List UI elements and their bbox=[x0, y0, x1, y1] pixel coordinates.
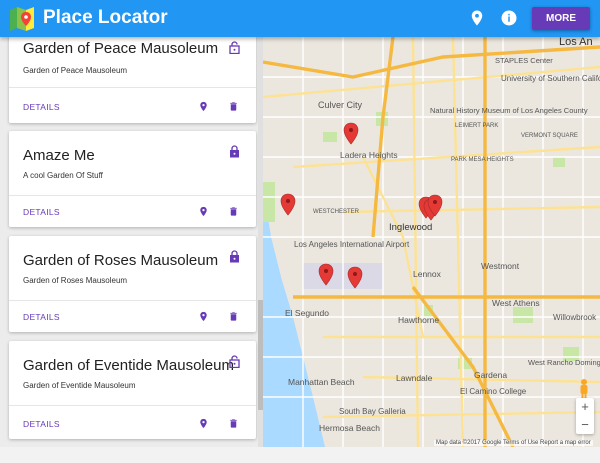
details-link[interactable]: DETAILS bbox=[23, 207, 60, 217]
map-label: Lawndale bbox=[396, 373, 433, 383]
map-logo-icon bbox=[10, 7, 34, 31]
map-label: Los An bbox=[559, 37, 593, 48]
place-card: Amaze Me A cool Garden Of Stuff DETAILS bbox=[9, 131, 256, 227]
map-marker bbox=[280, 193, 296, 216]
app-title: Place Locator bbox=[43, 7, 168, 28]
map-label: VERMONT SQUARE bbox=[521, 133, 578, 139]
info-icon[interactable] bbox=[500, 9, 518, 27]
map-label: Lennox bbox=[413, 269, 442, 279]
details-link[interactable]: DETAILS bbox=[23, 312, 60, 322]
map-label: PARK MESA HEIGHTS bbox=[451, 157, 514, 163]
map-label: El Camino College bbox=[460, 387, 527, 396]
card-divider bbox=[9, 300, 256, 301]
map-view[interactable]: Los An University of Southern California… bbox=[263, 37, 600, 447]
map-label: South Bay Galleria bbox=[339, 407, 406, 416]
map-label: West Rancho Dominguez bbox=[528, 358, 600, 367]
place-icon[interactable] bbox=[198, 100, 209, 113]
place-icon[interactable] bbox=[198, 205, 209, 218]
place-card: Garden of Peace Mausoleum Garden of Peac… bbox=[9, 37, 256, 123]
map-attribution[interactable]: Map data ©2017 Google Terms of Use Repor… bbox=[434, 440, 593, 446]
map-canvas[interactable]: Los An University of Southern California… bbox=[263, 37, 600, 447]
zoom-out-button[interactable]: − bbox=[576, 416, 594, 434]
lock-icon[interactable] bbox=[229, 145, 240, 158]
map-label: Hawthorne bbox=[398, 315, 439, 325]
more-button[interactable]: MORE bbox=[532, 7, 590, 30]
map-label: STAPLES Center bbox=[495, 56, 553, 65]
card-subtitle: Garden of Eventide Mausoleum bbox=[23, 381, 136, 390]
card-subtitle: Garden of Peace Mausoleum bbox=[23, 66, 128, 75]
card-title: Garden of Peace Mausoleum bbox=[23, 40, 219, 57]
zoom-in-button[interactable]: + bbox=[576, 398, 594, 416]
place-card: Garden of Eventide Mausoleum Garden of E… bbox=[9, 341, 256, 439]
lock-open-icon[interactable] bbox=[229, 41, 240, 54]
app-bar: Place Locator MORE bbox=[0, 0, 600, 37]
place-card: Garden of Roses Mausoleum Garden of Rose… bbox=[9, 236, 256, 332]
map-label: Hermosa Beach bbox=[319, 423, 380, 433]
map-label: West Athens bbox=[492, 298, 540, 308]
map-label: Los Angeles International Airport bbox=[294, 240, 410, 249]
card-subtitle: Garden of Roses Mausoleum bbox=[23, 276, 128, 285]
delete-icon[interactable] bbox=[228, 417, 239, 430]
map-label: University of Southern California bbox=[501, 74, 600, 83]
place-icon[interactable] bbox=[198, 310, 209, 323]
card-subtitle: A cool Garden Of Stuff bbox=[23, 171, 103, 180]
map-labels: Los An University of Southern California… bbox=[285, 37, 600, 433]
card-title: Garden of Roses Mausoleum bbox=[23, 252, 219, 269]
bottom-strip bbox=[0, 447, 600, 463]
card-divider bbox=[9, 87, 256, 88]
map-label: Ladera Heights bbox=[340, 150, 398, 160]
details-link[interactable]: DETAILS bbox=[23, 102, 60, 112]
lock-icon[interactable] bbox=[229, 250, 240, 263]
map-label: LEIMERT PARK bbox=[455, 123, 498, 129]
card-title: Amaze Me bbox=[23, 147, 95, 164]
map-label: Gardena bbox=[474, 370, 507, 380]
places-list: Garden of Peace Mausoleum Garden of Peac… bbox=[0, 37, 263, 447]
lock-open-icon[interactable] bbox=[229, 355, 240, 368]
place-icon[interactable] bbox=[468, 9, 486, 27]
details-link[interactable]: DETAILS bbox=[23, 419, 60, 429]
delete-icon[interactable] bbox=[228, 205, 239, 218]
map-label: Inglewood bbox=[389, 222, 432, 233]
map-marker bbox=[343, 122, 359, 145]
map-label: El Segundo bbox=[285, 308, 329, 318]
zoom-control: + − bbox=[576, 398, 594, 434]
card-divider bbox=[9, 195, 256, 196]
map-label: Natural History Museum of Los Angeles Co… bbox=[430, 106, 588, 115]
card-title: Garden of Eventide Mausoleum bbox=[23, 357, 234, 374]
map-label: Manhattan Beach bbox=[288, 377, 355, 387]
map-label: WESTCHESTER bbox=[313, 209, 360, 215]
map-label: Culver City bbox=[318, 100, 363, 110]
map-label: Willowbrook bbox=[553, 313, 597, 322]
delete-icon[interactable] bbox=[228, 310, 239, 323]
place-icon[interactable] bbox=[198, 417, 209, 430]
delete-icon[interactable] bbox=[228, 100, 239, 113]
map-label: Westmont bbox=[481, 261, 520, 271]
card-divider bbox=[9, 405, 256, 406]
pegman-icon[interactable] bbox=[577, 378, 591, 400]
